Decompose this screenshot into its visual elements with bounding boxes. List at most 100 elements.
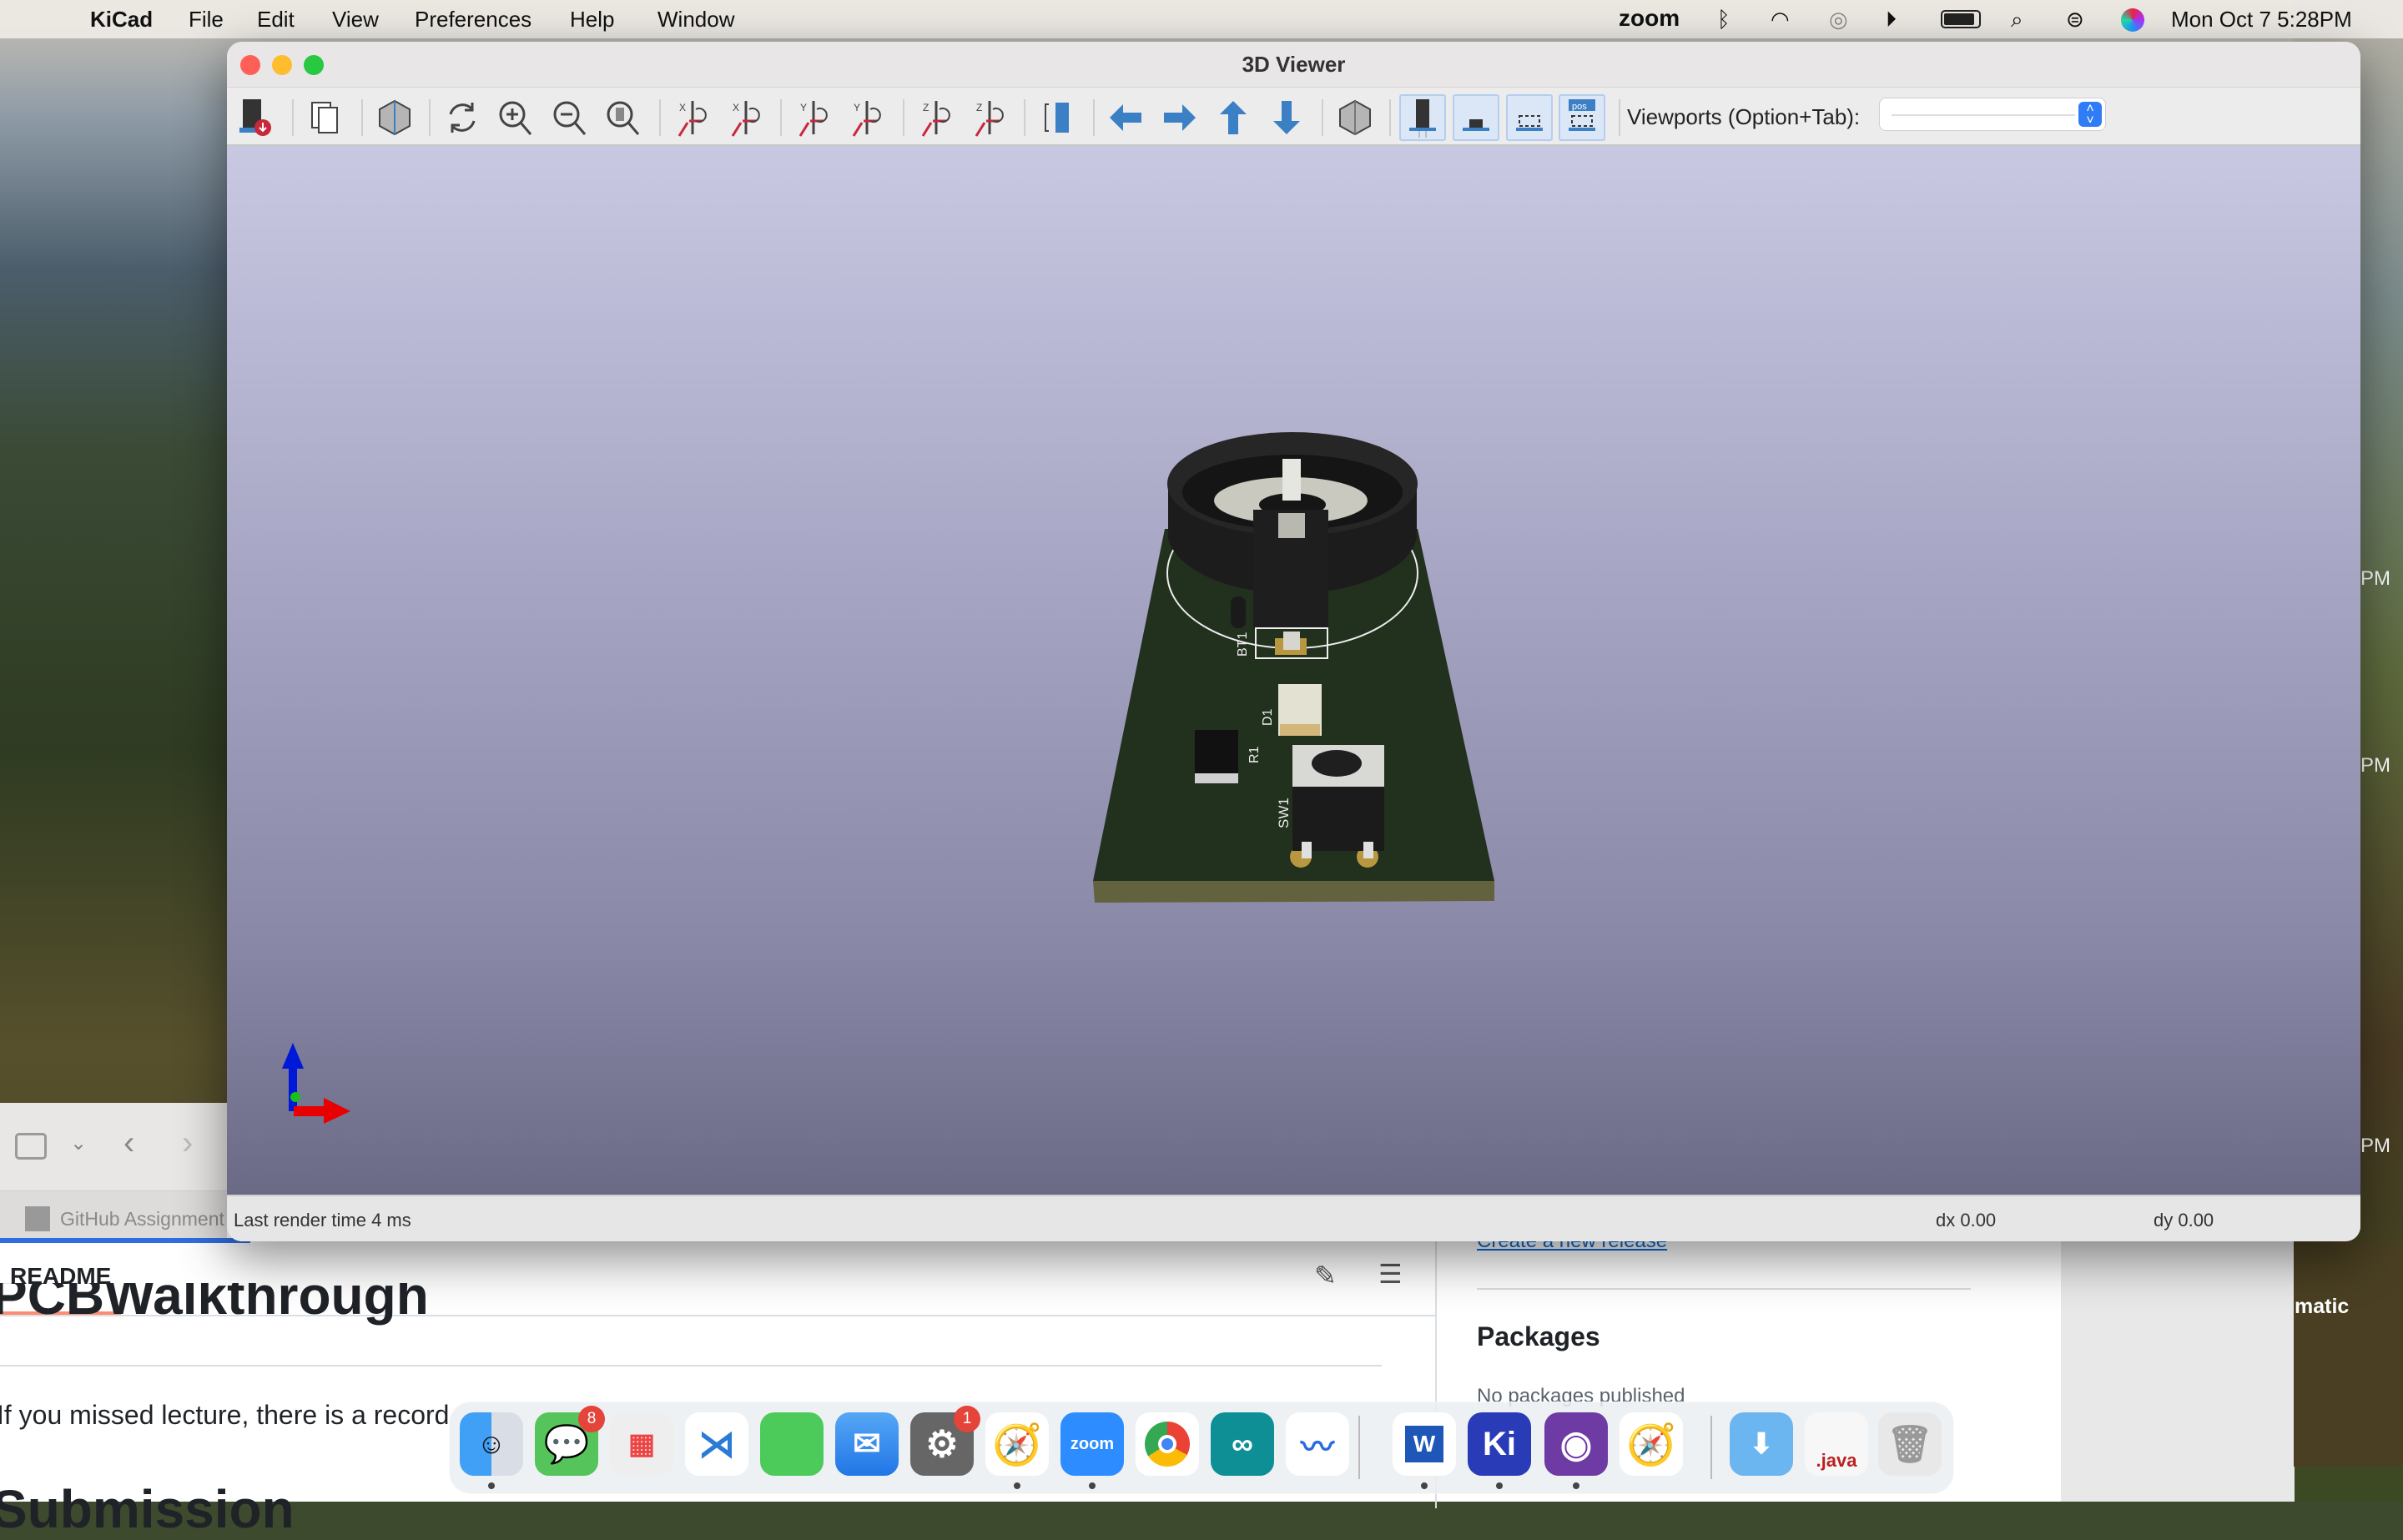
dock-arduino-icon[interactable]: ∞ — [1211, 1412, 1274, 1476]
toolbar-separator — [903, 99, 904, 136]
copy-to-clipboard-button[interactable] — [302, 94, 349, 141]
rotate-y-ccw-icon: Y — [852, 101, 881, 137]
toolbar-separator — [429, 99, 431, 136]
siri-icon[interactable] — [2121, 8, 2144, 32]
toolbar-separator — [1024, 99, 1025, 136]
dock-launchpad-icon[interactable]: ▦ — [610, 1412, 673, 1476]
export-image-button[interactable] — [233, 94, 280, 141]
airdrop-icon[interactable]: ◎ — [1829, 7, 1848, 33]
rotate-z-cw-icon: Z — [921, 101, 950, 137]
3d-viewport[interactable]: BT1 D1 R1 SW1 — [227, 146, 2360, 1195]
status-bar: Last render time 4 ms dx 0.00 dy 0.00 — [227, 1195, 2360, 1241]
rotate-z-cw-button[interactable]: Z — [913, 94, 960, 141]
show-virtual-icon — [1516, 115, 1543, 131]
back-icon[interactable]: ‹ — [123, 1125, 134, 1162]
dock-chrome-icon[interactable] — [1136, 1412, 1199, 1476]
move-up-button[interactable] — [1210, 94, 1257, 141]
dock-downloads-icon[interactable]: ⬇ — [1730, 1412, 1793, 1476]
clock[interactable]: Mon Oct 7 5:28PM — [2171, 7, 2352, 33]
chevron-down-icon[interactable]: ⌄ — [70, 1131, 87, 1155]
dock-safari-beta-icon[interactable]: 🧭 — [1620, 1412, 1683, 1476]
rotate-x-cw-button[interactable]: X — [669, 94, 716, 141]
zoom-out-button[interactable] — [547, 94, 593, 141]
spotlight-search-icon[interactable]: ⌕ — [2011, 7, 2023, 33]
menu-app[interactable]: KiCad — [90, 7, 153, 33]
svg-text:X: X — [679, 102, 686, 113]
now-playing-icon[interactable]: ⏵ — [1886, 7, 1897, 33]
minimize-button[interactable] — [272, 55, 292, 75]
wifi-icon[interactable]: ◠ — [1771, 7, 1790, 33]
zoom-in-icon — [499, 101, 532, 135]
sidebar-toggle-icon[interactable] — [15, 1133, 47, 1160]
dock-facetime-icon[interactable] — [760, 1412, 824, 1476]
rotate-x-cw-icon: X — [678, 101, 707, 137]
render-raytrace-button[interactable] — [371, 94, 418, 141]
toolbar-separator — [361, 99, 363, 136]
svg-text:pos: pos — [1572, 102, 1587, 112]
dock-finder-icon[interactable]: ☺ — [460, 1412, 523, 1476]
menu-view[interactable]: View — [332, 7, 379, 33]
outline-list-icon[interactable]: ☰ — [1378, 1258, 1403, 1290]
toolbar-separator — [780, 99, 782, 136]
z-axis-arrow — [282, 1043, 304, 1069]
reload-board-icon — [449, 103, 476, 133]
show-not-in-posfile-button[interactable]: pos — [1559, 94, 1605, 141]
battery-icon[interactable] — [1941, 10, 1981, 28]
dock-java-icon[interactable]: .java — [1805, 1412, 1868, 1476]
menu-preferences[interactable]: Preferences — [415, 7, 531, 33]
toolbar-separator — [1619, 99, 1620, 136]
dock-zoom-icon[interactable]: zoom — [1060, 1412, 1124, 1476]
move-up-icon — [1220, 101, 1247, 134]
kicad-3d-viewer-window: 3D Viewer X X Y Y Z Zpos Viewports (Option+Tab… — [227, 42, 2360, 1241]
y-axis — [290, 1092, 300, 1102]
edit-pencil-icon[interactable]: ✎ — [1314, 1260, 1337, 1291]
reload-board-button[interactable] — [439, 94, 486, 141]
dock-messages-icon[interactable]: 💬 8 — [535, 1406, 605, 1476]
toolbar-separator — [292, 99, 294, 136]
rotate-y-cw-button[interactable]: Y — [790, 94, 837, 141]
zoom-fit-button[interactable] — [600, 94, 647, 141]
menu-file[interactable]: File — [189, 7, 224, 33]
move-left-button[interactable] — [1103, 94, 1150, 141]
dock-kicad-icon[interactable]: Ki — [1468, 1412, 1531, 1476]
close-button[interactable] — [240, 55, 260, 75]
menu-help[interactable]: Help — [570, 7, 614, 33]
rotate-x-ccw-button[interactable]: X — [723, 94, 769, 141]
rotate-y-ccw-button[interactable]: Y — [844, 94, 890, 141]
browser-tab[interactable]: GitHub Assignment — [0, 1191, 227, 1240]
move-down-button[interactable] — [1263, 94, 1310, 141]
dock-word-icon[interactable]: W — [1393, 1412, 1456, 1476]
pcb-3d-render: BT1 D1 R1 SW1 — [282, 432, 1494, 1124]
move-right-button[interactable] — [1156, 94, 1202, 141]
forward-icon[interactable]: › — [182, 1125, 193, 1162]
menu-edit[interactable]: Edit — [257, 7, 295, 33]
show-tht-button[interactable] — [1399, 94, 1446, 141]
view-orthographic-button[interactable] — [1332, 94, 1378, 141]
rotate-z-ccw-button[interactable]: Z — [966, 94, 1013, 141]
dock-vs-code-icon[interactable]: ⋊ — [685, 1412, 748, 1476]
background-text: PM — [2360, 754, 2390, 777]
move-down-icon — [1273, 101, 1300, 134]
running-indicator — [488, 1482, 495, 1489]
bluetooth-icon[interactable]: ᛒ — [1717, 7, 1730, 33]
show-virtual-button[interactable] — [1506, 94, 1553, 141]
dock-trash-icon[interactable]: 🗑 — [1878, 1412, 1942, 1476]
dock-github-desktop-icon[interactable]: ◉ — [1544, 1412, 1608, 1476]
dock-mail-icon[interactable]: ✉ — [835, 1412, 899, 1476]
show-smd-button[interactable] — [1453, 94, 1499, 141]
zoom-button[interactable] — [304, 55, 324, 75]
copy-to-clipboard-icon — [311, 102, 338, 133]
viewports-dropdown[interactable]: ˄ ˅ — [1879, 98, 2106, 131]
control-center-icon[interactable]: ⊜ — [2066, 7, 2084, 33]
zoom-in-button[interactable] — [492, 94, 539, 141]
dx-readout: dx 0.00 — [1936, 1210, 1997, 1230]
dock-safari-icon[interactable]: 🧭 — [985, 1412, 1049, 1476]
rotate-x-ccw-icon: X — [731, 101, 760, 137]
flip-board-button[interactable] — [1034, 94, 1081, 141]
dock-freeform-icon[interactable]: 〰 — [1286, 1412, 1349, 1476]
dock-separator — [1710, 1416, 1712, 1479]
zoom-status-icon[interactable]: zoom — [1619, 5, 1680, 32]
render-time: Last render time 4 ms — [234, 1210, 411, 1230]
menu-window[interactable]: Window — [657, 7, 734, 33]
dock-system-settings-icon[interactable]: ⚙ 1 — [910, 1406, 980, 1476]
